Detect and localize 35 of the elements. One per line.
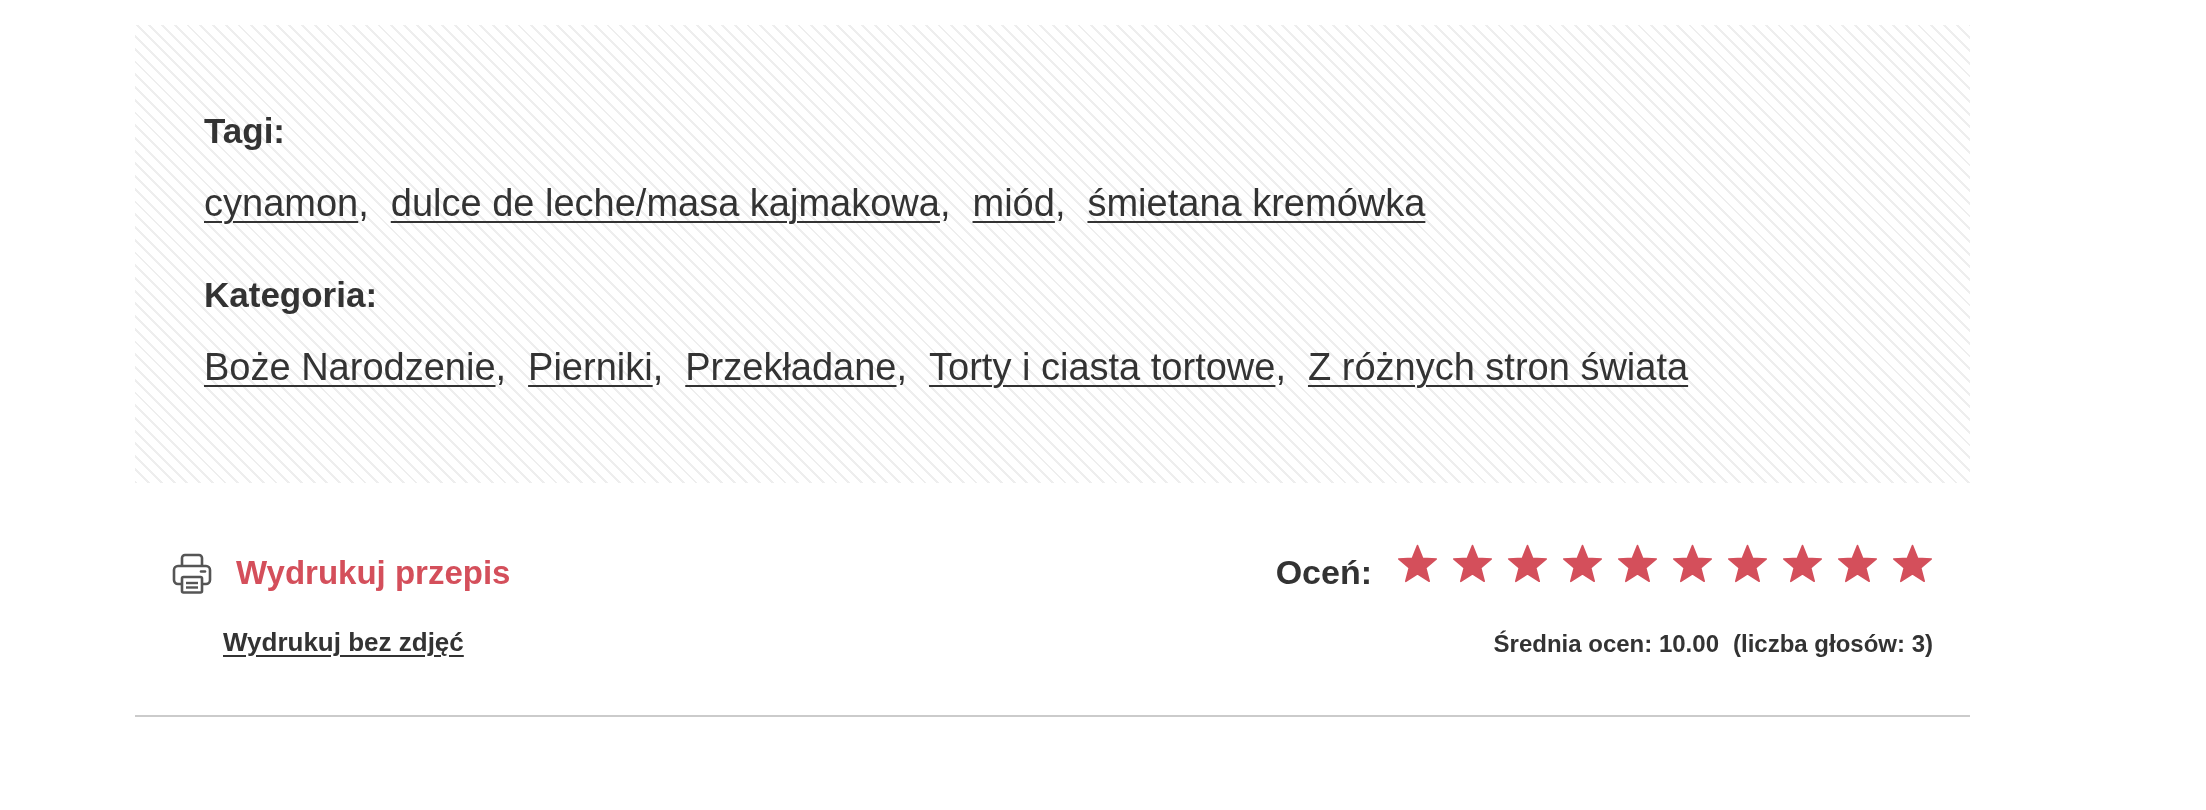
category-link[interactable]: Torty i ciasta tortowe xyxy=(929,346,1276,388)
section-label: Tagi: xyxy=(204,110,285,152)
rating-label: Oceń: xyxy=(1275,552,1372,593)
list-separator: , xyxy=(652,346,664,388)
category-link[interactable]: Przekładane xyxy=(685,346,897,388)
category-link[interactable]: Pierniki xyxy=(528,346,653,388)
tag-link[interactable]: cynamon xyxy=(204,182,359,224)
list-separator: , xyxy=(1275,346,1286,388)
star-icon[interactable] xyxy=(1672,544,1713,584)
list-separator: , xyxy=(358,182,369,224)
list-separator: , xyxy=(495,346,507,388)
star-icon[interactable] xyxy=(1727,544,1768,584)
star-icon[interactable] xyxy=(1452,544,1493,584)
print-without-photos-link[interactable]: Wydrukuj bez zdjęć xyxy=(223,625,464,659)
star-icon[interactable] xyxy=(1562,544,1603,584)
star-icon[interactable] xyxy=(1507,544,1548,584)
star-rating[interactable] xyxy=(1397,544,1933,584)
vote-count-text: (liczba głosów: 3) xyxy=(1733,629,1933,659)
section-label: Kategoria: xyxy=(204,274,378,316)
category-link[interactable]: Boże Narodzenie xyxy=(204,346,496,388)
star-icon[interactable] xyxy=(1892,544,1933,584)
star-icon[interactable] xyxy=(1397,544,1438,584)
list-separator: , xyxy=(939,182,951,224)
tag-link[interactable]: śmietana kremówka xyxy=(1087,182,1426,224)
star-icon[interactable] xyxy=(1617,544,1658,584)
tag-link[interactable]: dulce de leche/masa kajmakowa xyxy=(390,182,940,224)
print-recipe-link[interactable]: Wydrukuj przepis xyxy=(172,551,511,595)
category-link[interactable]: Z różnych stron świata xyxy=(1307,346,1689,388)
star-icon[interactable] xyxy=(1782,544,1823,584)
list-separator: , xyxy=(896,346,908,388)
printer-icon xyxy=(172,552,212,594)
list-separator: , xyxy=(1054,182,1066,224)
average-rating-text: Średnia ocen: 10.00 xyxy=(1493,629,1719,659)
star-icon[interactable] xyxy=(1837,544,1878,584)
tag-link[interactable]: miód xyxy=(972,182,1055,224)
